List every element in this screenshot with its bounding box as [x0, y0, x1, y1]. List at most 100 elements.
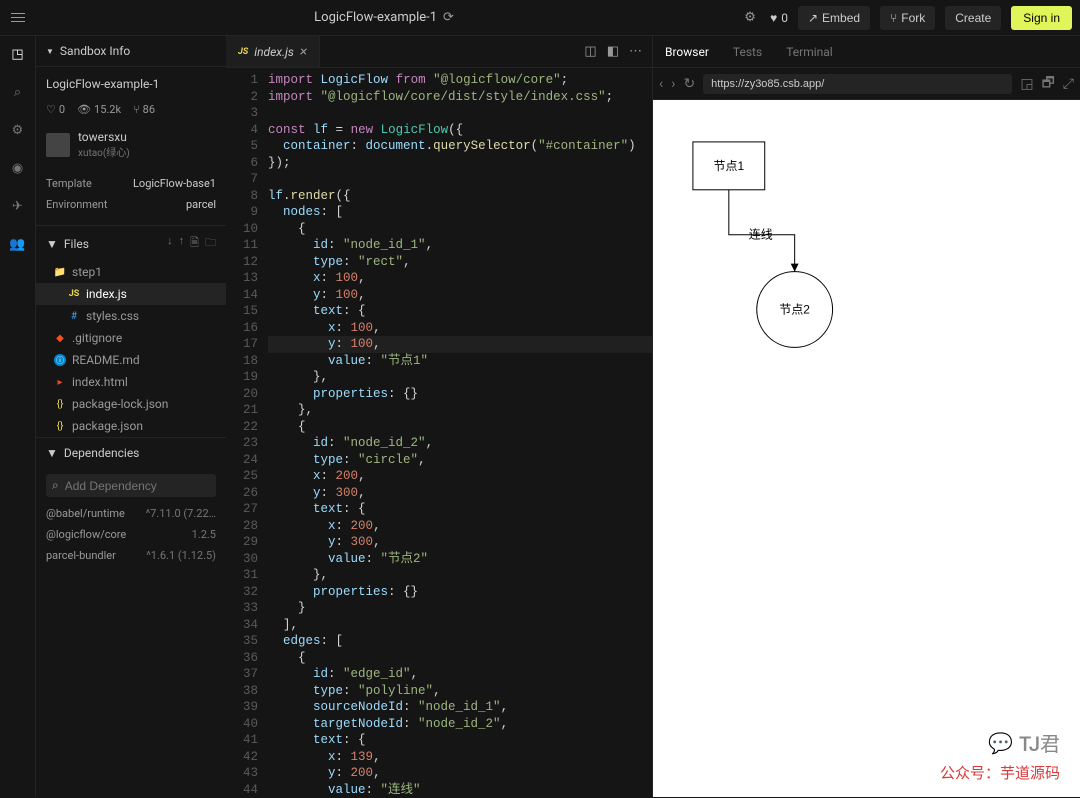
files-header[interactable]: ▼Files ↓ ↑ 🗎 🗀 [36, 225, 226, 261]
pip-icon[interactable]: ◲ [1020, 76, 1033, 92]
live-icon[interactable]: 👥 [8, 234, 28, 254]
code-line[interactable]: }, [268, 369, 652, 386]
code-line[interactable]: const lf = new LogicFlow({ [268, 122, 652, 139]
code-line[interactable]: y: 100, [268, 287, 652, 304]
code-line[interactable]: { [268, 221, 652, 238]
new-file-icon[interactable]: 🗎 [190, 234, 199, 253]
tab-browser[interactable]: Browser [665, 45, 709, 59]
file-item-step1[interactable]: 📁step1 [36, 261, 226, 283]
code-line[interactable]: nodes: [ [268, 204, 652, 221]
code-line[interactable]: }, [268, 567, 652, 584]
dep-item[interactable]: parcel-bundler^1.6.1 (1.12.5) [36, 545, 226, 566]
menu-button[interactable] [8, 8, 28, 28]
code-line[interactable] [268, 105, 652, 122]
code-line[interactable]: text: { [268, 303, 652, 320]
file-item-index-html[interactable]: ▸index.html [36, 371, 226, 393]
back-icon[interactable]: ‹ [659, 76, 663, 92]
code-line[interactable]: y: 300, [268, 534, 652, 551]
forward-icon[interactable]: › [671, 76, 675, 92]
code-line[interactable]: type: "rect", [268, 254, 652, 271]
code-line[interactable] [268, 171, 652, 188]
file-item-package-lock-json[interactable]: {}package-lock.json [36, 393, 226, 415]
code-line[interactable]: edges: [ [268, 633, 652, 650]
file-item-styles-css[interactable]: #styles.css [36, 305, 226, 327]
dependency-search[interactable]: ⌕ ≡ [46, 474, 216, 497]
code-line[interactable]: x: 200, [268, 518, 652, 535]
code-line[interactable]: }); [268, 155, 652, 172]
popout-icon[interactable]: ⤢ [1063, 76, 1074, 92]
code-line[interactable]: import "@logicflow/core/dist/style/index… [268, 89, 652, 106]
code-line[interactable]: y: 100, [268, 336, 652, 353]
code-line[interactable]: lf.render({ [268, 188, 652, 205]
sync-icon[interactable]: ⟳ [443, 10, 454, 25]
diff-icon[interactable]: ◧ [607, 44, 619, 59]
code-line[interactable]: }, [268, 402, 652, 419]
config-icon[interactable]: ⚙ [8, 120, 28, 140]
code-line[interactable]: x: 100, [268, 320, 652, 337]
create-button[interactable]: Create [945, 6, 1001, 30]
logicflow-diagram[interactable]: 节点1 连线 节点2 [653, 100, 1080, 798]
code-line[interactable]: x: 200, [268, 468, 652, 485]
code-line[interactable]: { [268, 650, 652, 667]
split-icon[interactable]: ◫ [584, 44, 596, 59]
code-line[interactable]: import LogicFlow from "@logicflow/core"; [268, 72, 652, 89]
code-line[interactable]: ], [268, 617, 652, 634]
code-line[interactable]: } [268, 600, 652, 617]
settings-icon[interactable]: ⚙ [740, 8, 760, 28]
code-line[interactable]: text: { [268, 732, 652, 749]
like-count[interactable]: ♥ 0 [770, 11, 788, 25]
code-line[interactable]: value: "连线" [268, 782, 652, 798]
file-item-index-js[interactable]: JSindex.js [36, 283, 226, 305]
new-folder-icon[interactable]: 🗀 [205, 234, 216, 253]
code-line[interactable]: id: "node_id_2", [268, 435, 652, 452]
code-line[interactable]: properties: {} [268, 386, 652, 403]
sandbox-info-header[interactable]: ▼ Sandbox Info [36, 36, 226, 67]
file-item--gitignore[interactable]: ◆.gitignore [36, 327, 226, 349]
code-line[interactable]: id: "edge_id", [268, 666, 652, 683]
code-line[interactable]: { [268, 419, 652, 436]
url-input[interactable] [703, 74, 1012, 94]
code-line[interactable]: sourceNodeId: "node_id_1", [268, 699, 652, 716]
code-line[interactable]: container: document.querySelector("#cont… [268, 138, 652, 155]
code-line[interactable]: type: "polyline", [268, 683, 652, 700]
code-line[interactable]: y: 200, [268, 765, 652, 782]
explorer-icon[interactable]: ◳ [8, 44, 28, 64]
upload-icon[interactable]: ↑ [179, 234, 185, 253]
deploy-icon[interactable]: ✈ [8, 196, 28, 216]
file-item-package-json[interactable]: {}package.json [36, 415, 226, 437]
file-tree: 📁step1JSindex.js#styles.css◆.gitignoreⓘR… [36, 261, 226, 437]
dep-item[interactable]: @logicflow/core1.2.5 [36, 524, 226, 545]
file-item-README-md[interactable]: ⓘREADME.md [36, 349, 226, 371]
author-row[interactable]: towersxu xutao(绿心) [46, 130, 216, 159]
code-line[interactable]: text: { [268, 501, 652, 518]
code-line[interactable]: value: "节点1" [268, 353, 652, 370]
code-line[interactable]: y: 300, [268, 485, 652, 502]
code-line[interactable]: value: "节点2" [268, 551, 652, 568]
dep-item[interactable]: @babel/runtime^7.11.0 (7.22… [36, 503, 226, 524]
more-icon[interactable]: ⋯ [629, 44, 642, 59]
editor-tabs: JS index.js × ◫ ◧ ⋯ [226, 36, 652, 68]
code-line[interactable]: properties: {} [268, 584, 652, 601]
reload-icon[interactable]: ↻ [683, 76, 695, 92]
embed-button[interactable]: ↗Embed [798, 6, 870, 30]
sort-icon[interactable]: ↓ [167, 234, 173, 253]
dependencies-header[interactable]: ▼ Dependencies [36, 437, 226, 468]
code-line[interactable]: x: 100, [268, 270, 652, 287]
code-editor[interactable]: 1234567891011121314151617181920212223242… [226, 68, 652, 797]
search-icon[interactable]: ⌕ [8, 82, 28, 102]
code-line[interactable]: type: "circle", [268, 452, 652, 469]
heart-icon: ♡ [46, 103, 56, 116]
signin-button[interactable]: Sign in [1011, 6, 1072, 30]
github-icon[interactable]: ◉ [8, 158, 28, 178]
tab-tests[interactable]: Tests [733, 45, 762, 59]
code-line[interactable]: targetNodeId: "node_id_2", [268, 716, 652, 733]
code-line[interactable]: id: "node_id_1", [268, 237, 652, 254]
code-content[interactable]: import LogicFlow from "@logicflow/core";… [268, 68, 652, 797]
dependency-search-input[interactable] [65, 479, 220, 493]
code-line[interactable]: x: 139, [268, 749, 652, 766]
tab-terminal[interactable]: Terminal [786, 45, 833, 59]
copy-icon[interactable]: 🗗 [1042, 72, 1055, 96]
fork-button[interactable]: ⑂Fork [880, 6, 935, 30]
close-icon[interactable]: × [300, 44, 307, 60]
editor-tab-index-js[interactable]: JS index.js × [226, 36, 320, 67]
